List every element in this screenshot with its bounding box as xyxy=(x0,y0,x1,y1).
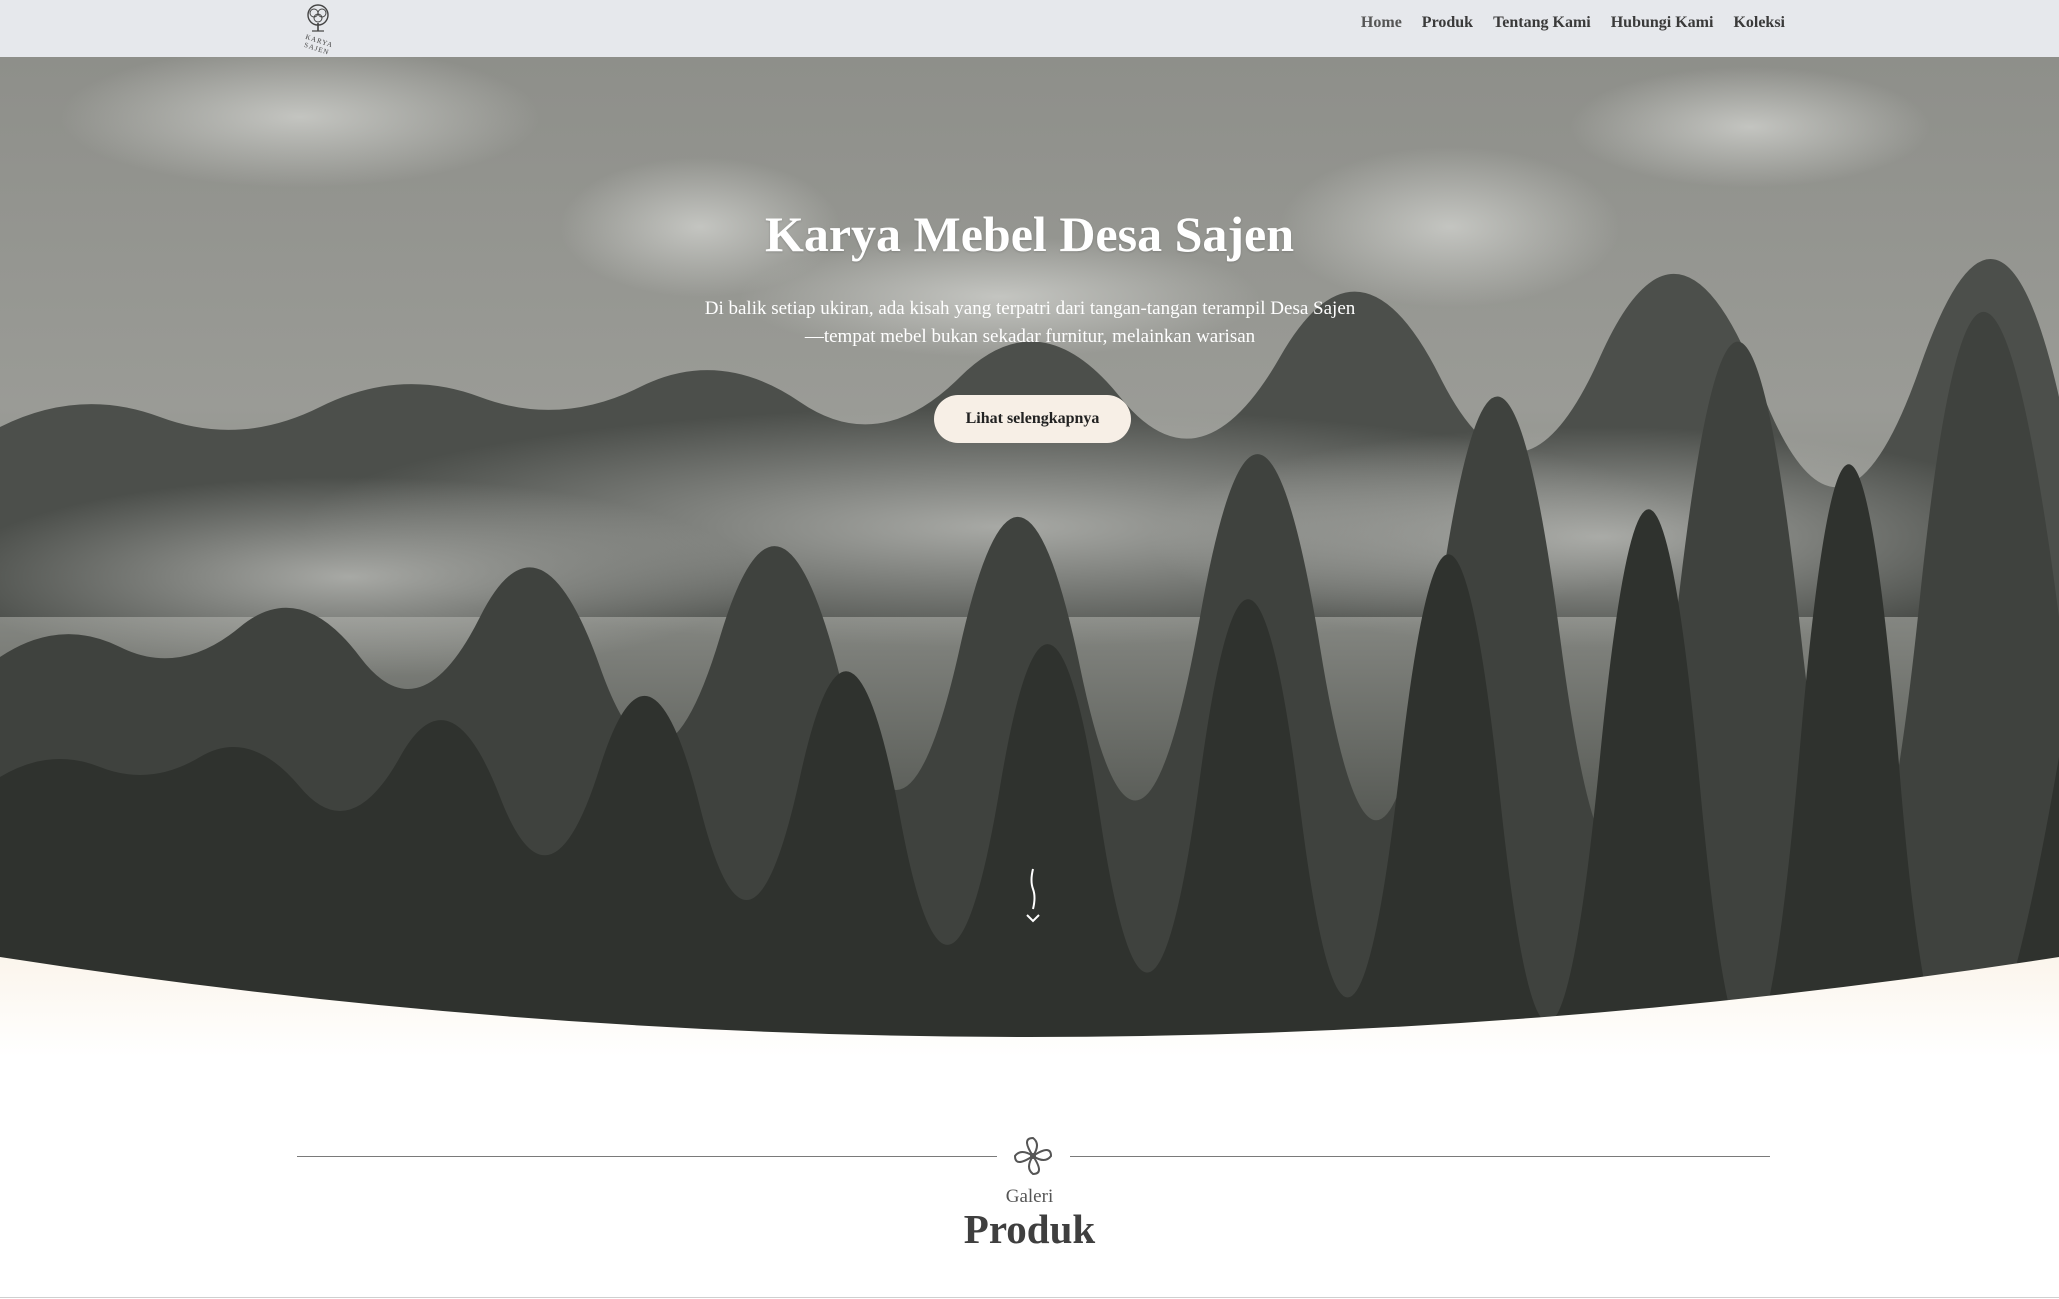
divider-left xyxy=(297,1156,997,1157)
main-nav: Home Produk Tentang Kami Hubungi Kami Ko… xyxy=(1361,14,1785,32)
nav-koleksi[interactable]: Koleksi xyxy=(1733,14,1785,32)
bottom-divider xyxy=(0,1297,2059,1298)
nav-home[interactable]: Home xyxy=(1361,14,1402,32)
top-navigation-bar: KARYA SAJEN Home Produk Tentang Kami Hub… xyxy=(0,0,2059,57)
hero-subtitle: Di balik setiap ukiran, ada kisah yang t… xyxy=(704,298,1356,347)
see-more-button[interactable]: Lihat selengkapnya xyxy=(934,395,1131,443)
nav-produk[interactable]: Produk xyxy=(1422,14,1473,32)
hero-section: Karya Mebel Desa Sajen Di balik setiap u… xyxy=(0,57,2059,1057)
divider-right xyxy=(1070,1156,1770,1157)
hero-title: Karya Mebel Desa Sajen xyxy=(764,206,1295,262)
nav-hubungi-kami[interactable]: Hubungi Kami xyxy=(1611,14,1714,32)
logo[interactable]: KARYA SAJEN xyxy=(292,1,344,57)
flower-ornament-icon xyxy=(1013,1136,1053,1176)
section-title: Produk xyxy=(963,1206,1096,1252)
nav-tentang-kami[interactable]: Tentang Kami xyxy=(1493,14,1591,32)
scroll-down-icon[interactable] xyxy=(1022,867,1044,929)
